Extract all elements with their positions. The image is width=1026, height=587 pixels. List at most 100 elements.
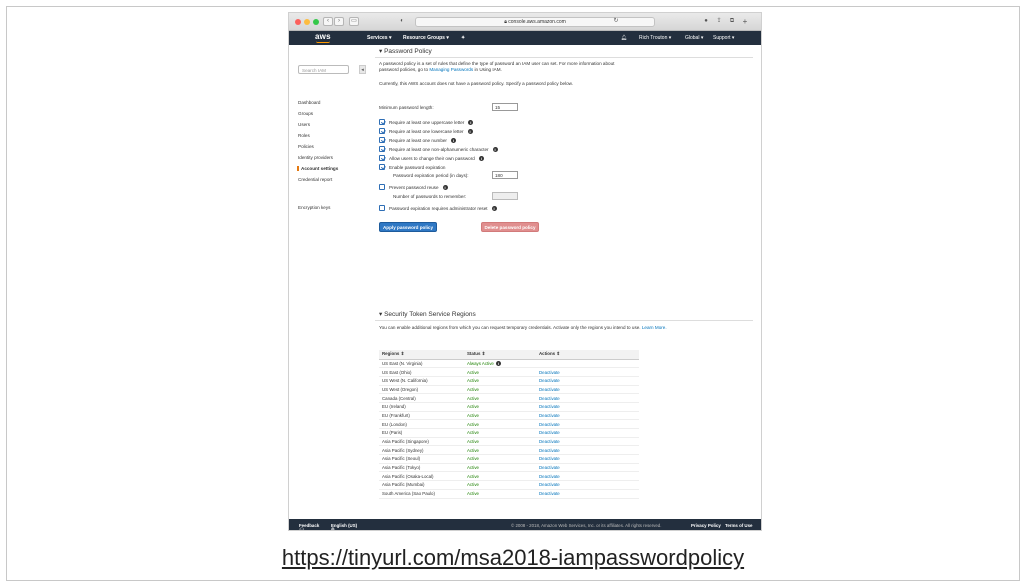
deactivate-link[interactable]: Deactivate [536,419,639,429]
sidebar-item-encryption-keys[interactable]: Encryption keys [298,205,330,210]
info-icon[interactable]: i [468,119,474,125]
new-tab-icon[interactable]: + [740,17,750,26]
close-window-button[interactable] [295,19,301,25]
password-policy-heading[interactable]: ▾ Password Policy [379,47,432,55]
sidebar-item-credential-report[interactable]: Credential report [298,177,332,182]
sidebar-item-dashboard[interactable]: Dashboard [298,100,320,105]
table-row: Canada (Central) Active Deactivate [379,393,639,403]
tabs-icon[interactable]: ⧉ [727,17,737,26]
prevent-reuse-checkbox[interactable] [379,184,385,190]
account-menu[interactable]: Rich Trouton ▾ [639,35,671,41]
services-menu[interactable]: Services ▾ [367,35,391,41]
deactivate-link[interactable]: Deactivate [536,480,639,490]
back-button[interactable]: ‹ [323,17,333,26]
aws-logo[interactable]: aws [315,32,331,41]
deactivate-link[interactable]: Deactivate [536,385,639,395]
privacy-policy-link[interactable]: Privacy Policy [691,523,721,528]
sidebar-item-policies[interactable]: Policies [298,144,314,149]
region-menu[interactable]: Global ▾ [685,35,703,41]
policy-option-row[interactable]: Require at least one uppercase letter i [379,119,474,125]
expiration-period-input[interactable]: 180 [492,171,518,179]
language-selector[interactable]: 🌐︎ English (US) [331,523,357,530]
min-length-input[interactable]: 15 [492,103,518,111]
info-icon[interactable]: i [478,155,484,161]
deactivate-link[interactable]: Deactivate [536,428,639,438]
region-cell: EU (Paris) [379,428,464,438]
window-controls [295,19,319,25]
support-menu[interactable]: Support ▾ [713,35,734,41]
region-cell: Asia Pacific (Sydney) [379,445,464,456]
admin-reset-checkbox[interactable] [379,205,385,211]
remember-count-input[interactable] [492,192,518,200]
delete-password-policy-button[interactable]: Delete password policy [481,222,539,232]
deactivate-link[interactable]: Deactivate [536,445,639,456]
deactivate-link[interactable]: Deactivate [536,402,639,412]
regions-column-header[interactable]: Regions ⇕ [379,350,464,360]
slide-caption-link[interactable]: https://tinyurl.com/msa2018-iampasswordp… [0,545,1026,571]
sidebar-item-groups[interactable]: Groups [298,111,313,116]
sidebar-item-users[interactable]: Users [298,122,310,127]
share-icon[interactable]: ⇪ [714,17,724,26]
remember-count-label: Number of passwords to remember: [393,194,467,199]
deactivate-link[interactable]: Deactivate [536,463,639,473]
status-column-header[interactable]: Status ⇕ [464,350,536,360]
prevent-reuse-row[interactable]: Prevent password reuse i [379,184,448,190]
pin-icon[interactable]: ✦ [461,35,465,41]
policy-option-checkbox[interactable] [379,137,385,143]
terms-of-use-link[interactable]: Terms of Use [725,523,753,528]
resource-groups-menu[interactable]: Resource Groups ▾ [403,35,449,41]
search-iam-input[interactable]: Search IAM [298,65,349,74]
info-icon[interactable]: i [491,205,497,211]
deactivate-link[interactable]: Deactivate [536,367,639,377]
section-divider [375,320,753,321]
policy-option-checkbox[interactable] [379,119,385,125]
policy-option-checkbox[interactable] [379,164,385,170]
bell-icon[interactable]: 🔔︎ [621,35,627,41]
deactivate-link[interactable]: Deactivate [536,454,639,464]
deactivate-link[interactable]: Deactivate [536,489,639,499]
policy-option-row[interactable]: Allow users to change their own password… [379,155,484,161]
zoom-window-button[interactable] [313,19,319,25]
actions-column-header[interactable]: Actions ⇕ [536,350,639,360]
info-icon[interactable]: i [442,184,448,190]
info-icon[interactable]: i [450,137,456,143]
apply-password-policy-button[interactable]: Apply password policy [379,222,437,232]
status-cell: Active [464,428,536,438]
main-content: ▾ Password Policy A password policy is a… [375,45,755,515]
deactivate-link[interactable]: Deactivate [536,411,639,421]
policy-option-checkbox[interactable] [379,146,385,152]
info-icon[interactable]: i [467,128,473,134]
sidebar-item-roles[interactable]: Roles [298,133,310,138]
reload-icon[interactable]: ↻ [611,17,621,26]
deactivate-link[interactable]: Deactivate [536,437,639,447]
feedback-link[interactable]: 💬︎ Feedback [299,523,319,530]
sidebar-toggle-icon[interactable]: ▭ [349,17,359,26]
sidebar-item-identity-providers[interactable]: Identity providers [298,155,333,160]
deactivate-link[interactable]: Deactivate [536,471,639,482]
aws-navbar: aws Services ▾ Resource Groups ▾ ✦ 🔔︎ Ri… [289,31,761,45]
collapse-sidebar-button[interactable]: ◂ [359,65,366,74]
learn-more-link[interactable]: Learn More. [642,325,667,330]
policy-option-row[interactable]: Enable password expiration [379,164,445,170]
policy-option-label: Allow users to change their own password [389,155,475,161]
policy-option-row[interactable]: Require at least one number i [379,137,456,143]
extension-icon[interactable]: ● [701,17,711,26]
minimize-window-button[interactable] [304,19,310,25]
sts-regions-heading[interactable]: ▾ Security Token Service Regions [379,310,476,318]
policy-option-checkbox[interactable] [379,128,385,134]
deactivate-link[interactable]: Deactivate [536,376,639,386]
table-row: EU (Ireland) Active Deactivate [379,402,639,412]
forward-button[interactable]: › [334,17,344,26]
admin-reset-row[interactable]: Password expiration requires administrat… [379,205,497,211]
policy-option-label: Require at least one number [389,137,447,143]
deactivate-link[interactable]: Deactivate [536,393,639,403]
info-icon[interactable]: i [495,360,501,366]
sidebar-item-account-settings[interactable]: Account settings [297,166,338,171]
privacy-icon[interactable]: ◐ [397,17,407,26]
info-icon[interactable]: i [492,146,498,152]
policy-option-row[interactable]: Require at least one non-alphanumeric ch… [379,146,498,152]
policy-option-checkbox[interactable] [379,155,385,161]
section-divider [375,57,753,58]
policy-option-row[interactable]: Require at least one lowercase letter i [379,128,473,134]
managing-passwords-link[interactable]: Managing Passwords [429,67,473,72]
